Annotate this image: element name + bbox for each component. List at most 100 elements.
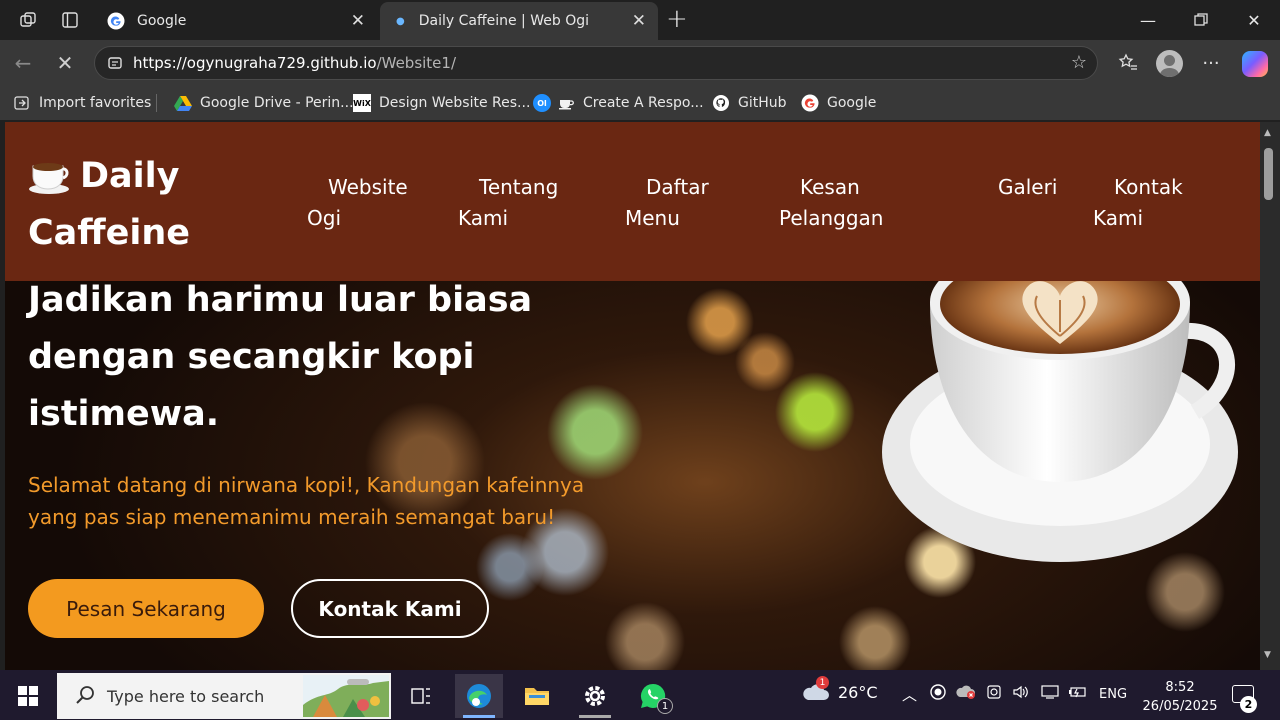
copilot-icon[interactable] xyxy=(1242,51,1268,77)
loading-icon: ● xyxy=(396,15,405,27)
scroll-up-icon[interactable]: ▲ xyxy=(1264,128,1271,138)
tab-daily-caffeine[interactable]: ● Daily Caffeine | Web Ogi ✕ xyxy=(380,2,658,40)
browser-tab-bar: Google ✕ ● Daily Caffeine | Web Ogi ✕ + … xyxy=(0,0,1280,40)
favorites-icon[interactable] xyxy=(1114,50,1142,76)
search-highlight-illustration xyxy=(303,675,389,717)
google-drive-icon xyxy=(174,94,192,112)
site-brand[interactable]: Daily Caffeine xyxy=(28,148,228,262)
taskbar-file-explorer[interactable] xyxy=(513,674,561,718)
task-view-icon[interactable] xyxy=(397,674,445,718)
taskbar-settings[interactable] xyxy=(571,674,619,718)
workspaces-icon[interactable] xyxy=(16,8,40,32)
favorite-label: Create A Respo... xyxy=(583,95,704,111)
favorites-divider xyxy=(156,94,157,112)
hero-title: Jadikan harimu luar biasa dengan secangk… xyxy=(28,280,533,434)
coffee-cup-image xyxy=(882,262,1238,562)
favorite-label: Design Website Res... xyxy=(379,95,531,111)
volume-icon[interactable] xyxy=(1012,684,1030,704)
nav-daftar-menu[interactable]: Daftar Menu xyxy=(625,172,755,234)
url-host: https://ogynugraha729.github.io xyxy=(133,54,377,72)
close-tab-icon[interactable]: ✕ xyxy=(351,11,365,31)
taskbar-edge[interactable] xyxy=(455,674,503,718)
ol-icon: Ol xyxy=(533,94,551,112)
favorites-bar: Import favorites Google Drive - Perin...… xyxy=(0,86,1280,120)
favorite-import[interactable]: Import favorites xyxy=(13,92,151,114)
gear-icon xyxy=(585,686,605,706)
favorite-create-responsive[interactable]: Ol Create A Respo... xyxy=(533,92,704,114)
network-icon[interactable] xyxy=(1040,684,1060,704)
language-indicator[interactable]: ENG xyxy=(1099,687,1127,702)
running-indicator xyxy=(579,715,611,718)
windows-taskbar: Type here to search 1 1 26°C ︿ ENG 8:52 … xyxy=(0,670,1280,720)
taskbar-search-box[interactable]: Type here to search xyxy=(57,673,391,719)
scroll-thumb[interactable] xyxy=(1264,148,1273,200)
search-icon xyxy=(76,686,94,704)
cloud-icon: 1 xyxy=(800,676,830,704)
page-scrollbar[interactable]: ▲ ▼ xyxy=(1260,122,1280,670)
notification-count: 2 xyxy=(1240,696,1257,713)
favorite-label: Import favorites xyxy=(39,95,152,111)
favorite-label: Google xyxy=(827,95,877,111)
favorite-github[interactable]: GitHub xyxy=(712,92,787,114)
stop-loading-icon[interactable]: ✕ xyxy=(51,50,79,76)
scroll-down-icon[interactable]: ▼ xyxy=(1264,650,1271,660)
onedrive-error-icon[interactable] xyxy=(956,684,978,704)
more-options-icon[interactable]: ··· xyxy=(1197,50,1225,76)
address-bar-row: ← ✕ https://ogynugraha729.github.io/Webs… xyxy=(0,40,1280,86)
coffee-cup-icon xyxy=(28,155,70,194)
minimize-button[interactable]: — xyxy=(1133,8,1163,32)
nav-galeri[interactable]: Galeri xyxy=(977,172,1067,203)
camera-icon[interactable] xyxy=(986,684,1002,704)
windows-start-icon[interactable] xyxy=(18,686,38,706)
url-field[interactable]: https://ogynugraha729.github.io/Website1… xyxy=(94,46,1098,80)
google-icon xyxy=(801,94,819,112)
vertical-tabs-icon[interactable] xyxy=(58,8,82,32)
brand-line-2: Caffeine xyxy=(28,213,191,253)
show-hidden-icons-chevron[interactable]: ︿ xyxy=(902,684,917,705)
favorite-star-icon[interactable]: ☆ xyxy=(1071,52,1087,73)
favorite-label: Google Drive - Perin... xyxy=(200,95,354,111)
nav-kesan-pelanggan[interactable]: Kesan Pelanggan xyxy=(779,172,949,234)
taskbar-whatsapp[interactable]: 1 xyxy=(629,674,677,718)
github-icon xyxy=(712,94,730,112)
close-window-button[interactable]: ✕ xyxy=(1239,8,1269,32)
clock-date: 26/05/2025 xyxy=(1142,699,1218,714)
wix-icon: WiX xyxy=(353,94,371,112)
import-icon xyxy=(13,94,31,112)
back-icon[interactable]: ← xyxy=(9,50,37,76)
brand-line-1: Daily xyxy=(80,156,180,196)
active-indicator xyxy=(463,715,495,718)
close-tab-icon[interactable]: ✕ xyxy=(632,11,646,31)
site-info-icon[interactable] xyxy=(107,55,123,71)
favorite-google-drive[interactable]: Google Drive - Perin... xyxy=(174,92,354,114)
google-icon xyxy=(107,12,125,30)
nav-tentang-kami[interactable]: Tentang Kami xyxy=(458,172,588,234)
record-icon[interactable] xyxy=(930,684,946,704)
clock-time: 8:52 xyxy=(1165,680,1195,695)
favorite-google[interactable]: Google xyxy=(801,92,876,114)
profile-avatar[interactable] xyxy=(1156,50,1183,77)
nav-website-ogi[interactable]: Website Ogi xyxy=(307,172,447,234)
tab-google[interactable]: Google ✕ xyxy=(97,2,377,40)
web-page: Daily Caffeine Website Ogi Tentang Kami … xyxy=(5,122,1260,670)
contact-us-button[interactable]: Kontak Kami xyxy=(291,579,489,638)
weather-widget[interactable]: 1 26°C xyxy=(800,676,878,704)
hero-subtitle: Selamat datang di nirwana kopi!, Kandung… xyxy=(28,473,585,529)
restore-button[interactable] xyxy=(1186,8,1216,32)
folder-icon xyxy=(525,688,549,705)
coffee-cup-icon xyxy=(557,94,575,112)
new-tab-button[interactable]: + xyxy=(666,4,688,34)
system-clock[interactable]: 8:52 26/05/2025 xyxy=(1140,678,1220,716)
temperature: 26°C xyxy=(838,682,878,702)
battery-icon[interactable] xyxy=(1068,684,1088,704)
whatsapp-badge: 1 xyxy=(657,698,673,714)
tab-title: Daily Caffeine | Web Ogi xyxy=(418,13,589,29)
search-placeholder: Type here to search xyxy=(107,686,265,706)
edge-icon xyxy=(467,684,491,708)
weather-alert-badge: 1 xyxy=(816,676,829,689)
nav-kontak-kami[interactable]: Kontak Kami xyxy=(1093,172,1203,234)
order-now-button[interactable]: Pesan Sekarang xyxy=(28,579,264,638)
favorite-label: GitHub xyxy=(738,95,787,111)
favorite-wix[interactable]: WiX Design Website Res... xyxy=(353,92,530,114)
url-path: /Website1/ xyxy=(376,54,457,72)
